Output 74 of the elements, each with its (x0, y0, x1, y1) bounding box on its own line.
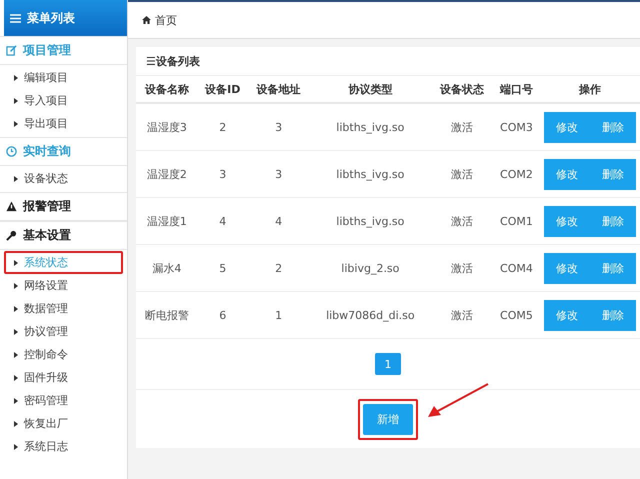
column-header: 端口号 (492, 76, 540, 103)
table-cell: 3 (248, 103, 310, 150)
caret-icon (14, 98, 18, 104)
caret-icon (14, 444, 18, 450)
menu-item[interactable]: 设备状态 (4, 167, 123, 190)
table-cell: 温湿度1 (136, 198, 198, 244)
clock-icon (6, 146, 17, 157)
home-icon (142, 16, 151, 24)
caret-icon (14, 176, 18, 182)
menu-item[interactable]: 协议管理 (4, 320, 123, 343)
column-header: 设备状态 (431, 76, 493, 103)
table-cell: 3 (248, 150, 310, 198)
table-cell: COM3 (492, 103, 540, 150)
menu-item[interactable]: 密码管理 (4, 389, 123, 412)
table-cell: 4 (248, 198, 310, 244)
breadcrumb-link[interactable]: 首页 (155, 12, 177, 28)
menu-item[interactable]: 网络设置 (4, 274, 123, 297)
table-cell: 4 (198, 198, 248, 244)
caret-icon (14, 328, 18, 334)
table-cell: 2 (198, 103, 248, 150)
menu-item[interactable]: 系统日志 (4, 435, 123, 458)
table-cell: COM2 (492, 150, 540, 198)
menu-item[interactable]: 控制命令 (4, 343, 123, 366)
table-cell: libths_ivg.so (310, 103, 432, 150)
caret-icon (14, 282, 18, 288)
menu-item[interactable]: 编辑项目 (4, 66, 123, 89)
caret-icon (14, 74, 18, 80)
menu-item[interactable]: 固件升级 (4, 366, 123, 389)
table-cell: 漏水4 (136, 244, 198, 292)
menu-item[interactable]: 导出项目 (4, 112, 123, 135)
table-cell: 2 (248, 244, 310, 292)
caret-icon (14, 120, 18, 126)
table-cell: 温湿度2 (136, 150, 198, 198)
caret-icon (14, 352, 18, 358)
table-cell: libths_ivg.so (310, 198, 432, 244)
table-cell: libivg_2.so (310, 244, 432, 292)
table-cell: 激活 (431, 198, 493, 244)
column-header: 设备名称 (136, 76, 198, 103)
edit-icon (6, 45, 17, 56)
table-cell: 温湿度3 (136, 103, 198, 150)
panel-title: ☰设备列表 (146, 54, 200, 68)
caret-icon (14, 260, 18, 266)
table-cell: libths_ivg.so (310, 150, 432, 198)
column-header: 设备ID (198, 76, 248, 103)
warning-icon (6, 201, 17, 212)
menu-section[interactable]: 基本设置 (0, 221, 127, 250)
table-cell: 激活 (431, 244, 493, 292)
column-header: 操作 (540, 76, 640, 103)
caret-icon (14, 306, 18, 312)
table-cell: 5 (198, 244, 248, 292)
table-cell: 断电报警 (136, 292, 198, 338)
table-cell: COM1 (492, 198, 540, 244)
column-header: 设备地址 (248, 76, 310, 103)
menu-item[interactable]: 导入项目 (4, 89, 123, 112)
table-cell: 激活 (431, 292, 493, 338)
table-cell: COM4 (492, 244, 540, 292)
menu-icon (10, 14, 21, 22)
table-cell: 激活 (431, 103, 493, 150)
table-cell: 3 (198, 150, 248, 198)
annotation-arrow (428, 383, 488, 417)
sidebar-title: 菜单列表 (27, 10, 75, 26)
caret-icon (14, 374, 18, 380)
table-cell: 6 (198, 292, 248, 338)
table-cell: 1 (248, 292, 310, 338)
column-header: 协议类型 (310, 76, 432, 103)
table-cell: 激活 (431, 150, 493, 198)
table-cell: libw7086d_di.so (310, 292, 432, 338)
menu-item[interactable]: 数据管理 (4, 297, 123, 320)
menu-item[interactable]: 恢复出厂 (4, 412, 123, 435)
caret-icon (14, 398, 18, 404)
menu-section[interactable]: 报警管理 (0, 192, 127, 221)
caret-icon (14, 420, 18, 426)
wrench-icon (6, 230, 17, 241)
table-cell: COM5 (492, 292, 540, 338)
